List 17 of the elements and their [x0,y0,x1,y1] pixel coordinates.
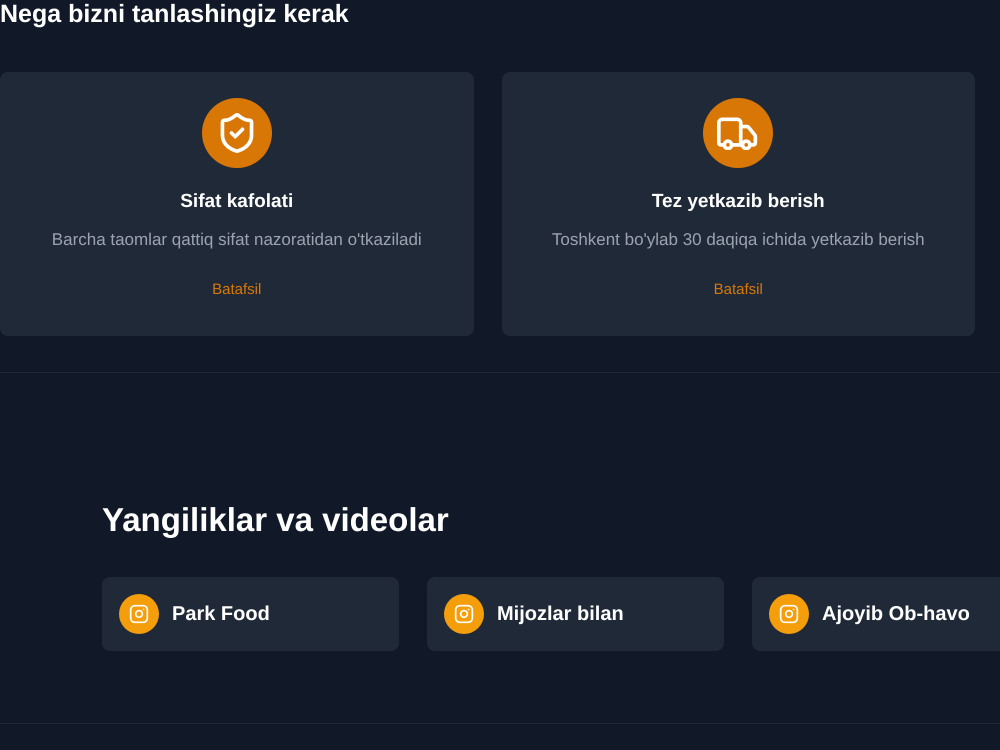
news-title: Ajoyib Ob-havo [822,602,970,627]
news-card[interactable]: Mijozlar bilan [427,577,724,651]
feature-description: Toshkent bo'ylab 30 daqiqa ichida yetkazib berish [552,229,925,251]
instagram-icon [444,594,484,634]
news-card[interactable]: Ajoyib Ob-havo [752,577,1000,651]
details-link[interactable]: Batafsil [714,280,763,300]
section-heading: Yangiliklar va videolar [102,500,450,540]
news-card[interactable]: Park Food [102,577,399,651]
section-heading: Nega bizni tanlashingiz kerak [0,0,350,28]
feature-title: Sifat kafolati [180,190,294,214]
feature-title: Tez yetkazib berish [652,190,825,214]
details-link[interactable]: Batafsil [212,280,262,300]
instagram-icon [769,594,809,634]
news-title: Park Food [172,602,270,627]
instagram-icon [119,594,159,634]
news-title: Mijozlar bilan [497,602,624,627]
feature-description: Barcha taomlar qattiq sifat nazoratidan o'tkaziladi [52,229,422,251]
